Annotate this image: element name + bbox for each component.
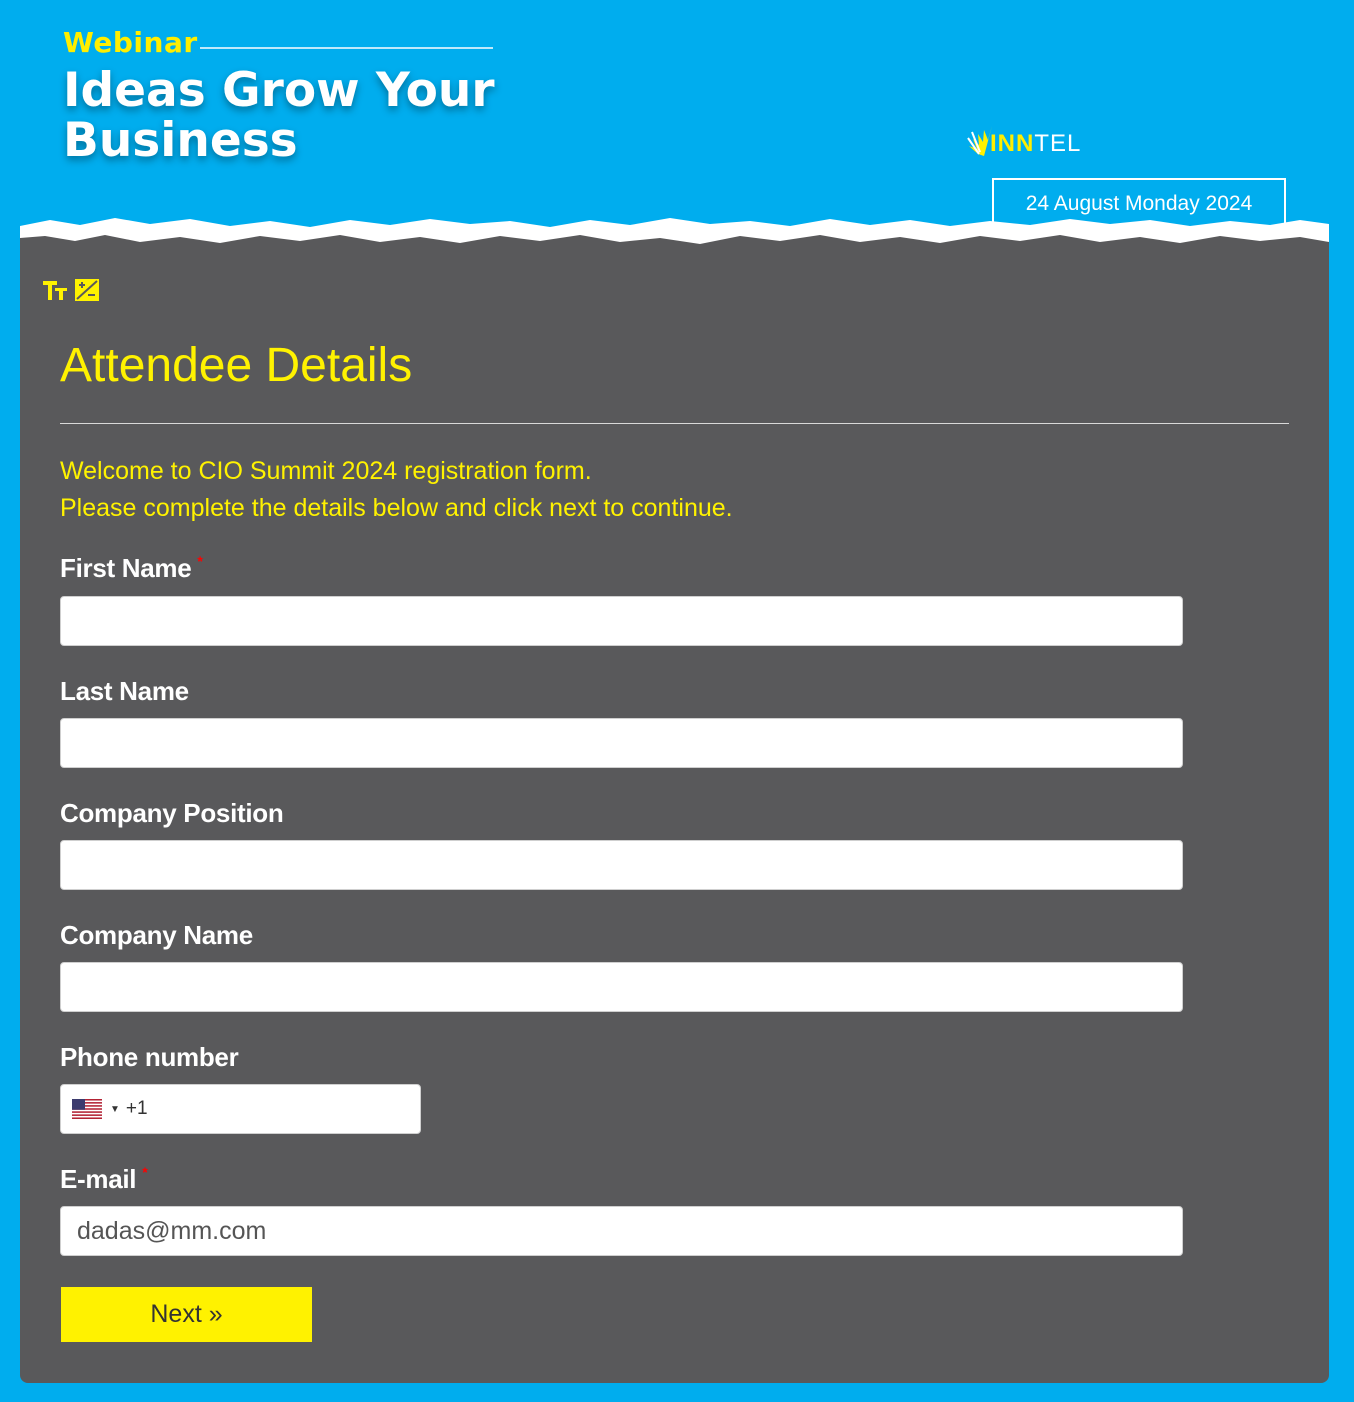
last-name-input[interactable] <box>60 718 1183 768</box>
headline: Ideas Grow Your Business <box>63 63 495 168</box>
text-size-icon[interactable] <box>42 278 68 302</box>
webinar-label: Webinar <box>63 26 198 59</box>
required-marker: * <box>197 553 203 569</box>
us-flag-icon[interactable] <box>72 1099 102 1119</box>
dial-code: +1 <box>125 1098 148 1119</box>
company-position-label: Company Position <box>60 798 284 828</box>
required-marker: * <box>142 1164 148 1180</box>
accessibility-toolbar <box>42 278 100 302</box>
company-position-input[interactable] <box>60 840 1183 890</box>
last-name-label: Last Name <box>60 676 189 706</box>
page-title: Attendee Details <box>60 339 413 392</box>
header-banner: Webinar Ideas Grow Your Business INN TEL… <box>0 0 1354 256</box>
company-name-input[interactable] <box>60 962 1183 1012</box>
email-label: E-mail * <box>60 1164 148 1195</box>
intro-line-1: Welcome to CIO Summit 2024 registration … <box>60 457 592 485</box>
form-panel: Attendee Details Welcome to CIO Summit 2… <box>20 248 1329 1383</box>
company-name-label: Company Name <box>60 920 253 950</box>
phone-input[interactable]: ▼ +1 <box>60 1084 421 1134</box>
phone-label: Phone number <box>60 1042 239 1072</box>
contrast-icon[interactable] <box>74 278 100 302</box>
email-input[interactable] <box>60 1206 1183 1256</box>
first-name-label-text: First Name <box>60 553 192 583</box>
webinar-divider <box>200 47 493 49</box>
country-dropdown-caret-icon[interactable]: ▼ <box>110 1104 120 1115</box>
logo-text-tel: TEL <box>1034 130 1082 157</box>
first-name-input[interactable] <box>60 596 1183 646</box>
logo-text-inn: INN <box>990 130 1035 157</box>
intro-text: Welcome to CIO Summit 2024 registration … <box>60 453 733 527</box>
intro-line-2: Please complete the details below and cl… <box>60 494 733 522</box>
title-divider <box>60 423 1289 424</box>
first-name-label: First Name * <box>60 553 203 584</box>
email-label-text: E-mail <box>60 1164 137 1194</box>
inntel-logo: INN TEL <box>966 116 1081 158</box>
next-button[interactable]: Next » <box>61 1287 312 1342</box>
